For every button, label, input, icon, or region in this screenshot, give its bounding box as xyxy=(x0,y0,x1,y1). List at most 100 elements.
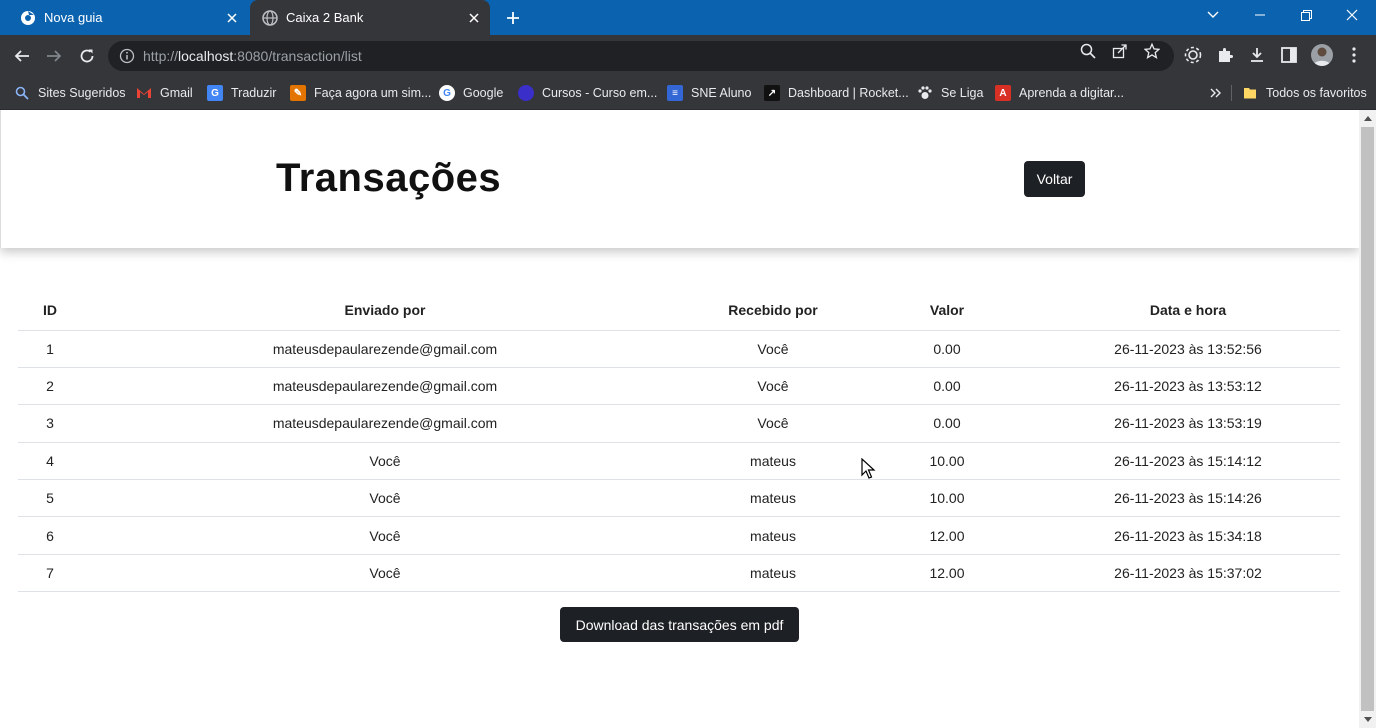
header-valor: Valor xyxy=(858,290,1036,331)
cell-sender: mateusdepaularezende@gmail.com xyxy=(82,404,688,443)
cell-sender: Você xyxy=(82,554,688,593)
cell-id: 3 xyxy=(18,404,82,443)
side-panel-icon[interactable] xyxy=(1279,45,1299,65)
cell-datetime: 26-11-2023 às 13:53:12 xyxy=(1036,367,1340,406)
share-icon[interactable] xyxy=(1111,42,1129,60)
mouse-cursor-icon xyxy=(861,457,877,480)
cell-value: 10.00 xyxy=(858,479,1036,518)
rocket-icon: ↗ xyxy=(764,85,780,101)
cell-sender: Você xyxy=(82,442,688,481)
table-row: 2 mateusdepaularezende@gmail.com Você 0.… xyxy=(18,367,1340,406)
cell-receiver: Você xyxy=(688,367,858,406)
url-path: :8080/transaction/list xyxy=(233,48,362,64)
back-button[interactable]: Voltar xyxy=(1024,161,1085,197)
bookmark-todos-os-favoritos[interactable]: Todos os favoritos xyxy=(1242,82,1367,104)
bookmark-traduzir[interactable]: G Traduzir xyxy=(207,82,276,104)
reload-icon[interactable] xyxy=(73,42,101,70)
bookmark-sne-aluno[interactable]: ≡ SNE Aluno xyxy=(667,82,751,104)
page-scrollbar[interactable] xyxy=(1359,110,1376,728)
extension-gear-icon[interactable] xyxy=(1183,45,1203,65)
scroll-up-arrow-icon[interactable] xyxy=(1359,110,1376,127)
table-row: 7 Você mateus 12.00 26-11-2023 às 15:37:… xyxy=(18,554,1340,593)
cell-datetime: 26-11-2023 às 15:34:18 xyxy=(1036,516,1340,555)
scroll-down-arrow-icon[interactable] xyxy=(1359,711,1376,728)
site-info-icon[interactable] xyxy=(119,48,135,64)
table-row: 1 mateusdepaularezende@gmail.com Você 0.… xyxy=(18,330,1340,368)
bookmark-cursos[interactable]: Cursos - Curso em... xyxy=(518,82,657,104)
bookmark-label: Cursos - Curso em... xyxy=(542,86,658,100)
minimize-icon[interactable] xyxy=(1237,0,1283,30)
bookmark-label: Gmail xyxy=(160,86,193,100)
tab-nova-guia[interactable]: Nova guia xyxy=(8,0,248,35)
tab-search-chevron-icon[interactable] xyxy=(1190,0,1236,30)
bookmark-label: Todos os favoritos xyxy=(1266,86,1367,100)
bookmark-aprenda-digitar[interactable]: A Aprenda a digitar... xyxy=(995,82,1124,104)
header-enviado-por: Enviado por xyxy=(82,290,688,331)
back-arrow-icon[interactable] xyxy=(8,42,36,70)
url-prefix: http:// xyxy=(143,48,179,64)
bookmark-se-liga[interactable]: Se Liga xyxy=(917,82,983,104)
bookmark-gmail[interactable]: Gmail xyxy=(136,82,193,104)
folder-icon xyxy=(1242,85,1258,101)
cell-receiver: mateus xyxy=(688,554,858,593)
download-pdf-button[interactable]: Download das transações em pdf xyxy=(560,607,799,642)
forward-arrow-icon[interactable] xyxy=(40,42,68,70)
download-icon[interactable] xyxy=(1247,45,1267,65)
cell-id: 5 xyxy=(18,479,82,518)
cell-sender: Você xyxy=(82,479,688,518)
transactions-table: ID Enviado por Recebido por Valor Data e… xyxy=(18,290,1340,593)
profile-avatar[interactable] xyxy=(1311,44,1333,66)
table-header-row: ID Enviado por Recebido por Valor Data e… xyxy=(18,290,1340,331)
cell-datetime: 26-11-2023 às 15:14:26 xyxy=(1036,479,1340,518)
bookmark-faca-agora[interactable]: ✎ Faça agora um sim... xyxy=(290,82,431,104)
scrollbar-thumb[interactable] xyxy=(1361,127,1374,711)
cell-datetime: 26-11-2023 às 15:14:12 xyxy=(1036,442,1340,481)
google-icon: G xyxy=(439,85,455,101)
bookmark-google[interactable]: G Google xyxy=(439,82,503,104)
bookmark-label: Google xyxy=(463,86,504,100)
close-tab-icon[interactable] xyxy=(462,6,486,30)
bookmark-sites-sugeridos[interactable]: Sites Sugeridos xyxy=(14,82,126,104)
extensions-puzzle-icon[interactable] xyxy=(1215,45,1235,65)
bookmark-label: Sites Sugeridos xyxy=(38,86,126,100)
kebab-menu-icon[interactable] xyxy=(1344,45,1364,65)
bookmark-label: Dashboard | Rocket... xyxy=(788,86,909,100)
tab-caixa-2-bank[interactable]: Caixa 2 Bank xyxy=(250,0,490,35)
header-data-hora: Data e hora xyxy=(1036,290,1340,331)
cell-datetime: 26-11-2023 às 15:37:02 xyxy=(1036,554,1340,593)
paw-icon xyxy=(917,85,933,101)
cell-id: 2 xyxy=(18,367,82,406)
cell-value: 10.00 xyxy=(858,442,1036,481)
cell-receiver: Você xyxy=(688,330,858,368)
cell-id: 6 xyxy=(18,516,82,555)
bookmark-label: Traduzir xyxy=(231,86,277,100)
cell-value: 0.00 xyxy=(858,367,1036,406)
cell-value: 12.00 xyxy=(858,516,1036,555)
bookmarks-divider xyxy=(1231,85,1232,101)
more-bookmarks-chevron-icon[interactable] xyxy=(1210,82,1222,104)
browser-toolbar: http://localhost:8080/transaction/list xyxy=(0,35,1376,76)
bookmark-label: SNE Aluno xyxy=(691,86,752,100)
cell-id: 4 xyxy=(18,442,82,481)
translate-icon: G xyxy=(207,85,223,101)
bookmark-star-icon[interactable] xyxy=(1143,42,1161,60)
globe-icon xyxy=(262,9,278,26)
zoom-icon[interactable] xyxy=(1079,42,1097,60)
tab-title: Nova guia xyxy=(44,10,103,25)
cell-receiver: mateus xyxy=(688,516,858,555)
bookmark-dashboard-rocket[interactable]: ↗ Dashboard | Rocket... xyxy=(764,82,909,104)
url-host: localhost xyxy=(178,48,234,64)
table-row: 4 Você mateus 10.00 26-11-2023 às 15:14:… xyxy=(18,442,1340,481)
close-tab-icon[interactable] xyxy=(220,6,244,30)
restore-icon[interactable] xyxy=(1283,0,1329,30)
cell-value: 12.00 xyxy=(858,554,1036,593)
url-text: http://localhost:8080/transaction/list xyxy=(143,48,362,64)
close-window-icon[interactable] xyxy=(1329,0,1375,30)
cell-datetime: 26-11-2023 às 13:53:19 xyxy=(1036,404,1340,443)
new-tab-icon[interactable] xyxy=(500,5,526,31)
address-bar[interactable]: http://localhost:8080/transaction/list xyxy=(108,41,1174,71)
cell-sender: Você xyxy=(82,516,688,555)
course-icon xyxy=(518,85,534,101)
bookmark-label: Faça agora um sim... xyxy=(314,86,432,100)
cell-datetime: 26-11-2023 às 13:52:56 xyxy=(1036,330,1340,368)
